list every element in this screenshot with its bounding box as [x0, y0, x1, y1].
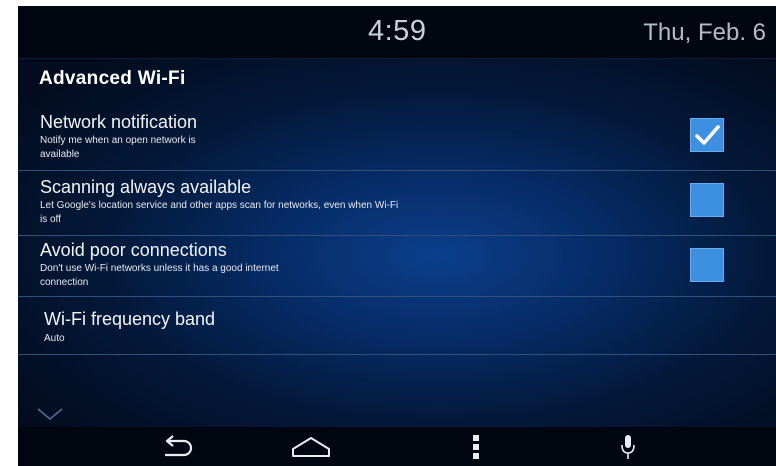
microphone-icon	[621, 434, 635, 459]
avoid-poor-connections-checkbox[interactable]	[690, 248, 724, 282]
scanning-always-available-checkbox[interactable]	[690, 183, 724, 217]
back-icon	[165, 434, 193, 456]
setting-title: Avoid poor connections	[40, 240, 227, 260]
chevron-down-icon[interactable]	[36, 406, 64, 427]
setting-title: Scanning always available	[40, 177, 252, 197]
page-title: Advanced Wi-Fi	[39, 68, 186, 89]
overflow-menu-icon	[473, 434, 479, 459]
setting-subtitle: Auto	[44, 333, 65, 344]
voice-button[interactable]	[608, 427, 648, 466]
back-button[interactable]	[146, 427, 206, 466]
clock: 4:59	[368, 15, 427, 47]
setting-wifi-frequency-band[interactable]: Wi-Fi frequency band Auto	[18, 297, 776, 355]
checkmark-icon	[695, 125, 720, 145]
navigation-bar	[18, 427, 776, 466]
setting-network-notification[interactable]: Network notification Notify me when an o…	[18, 104, 776, 171]
setting-title: Wi-Fi frequency band	[44, 309, 216, 329]
setting-title: Network notification	[40, 112, 198, 132]
setting-subtitle: Notify me when an open network is availa…	[40, 135, 196, 160]
network-notification-checkbox[interactable]	[690, 118, 724, 152]
home-icon	[292, 436, 330, 457]
menu-button[interactable]	[456, 427, 496, 466]
setting-avoid-poor-connections[interactable]: Avoid poor connections Don't use Wi-Fi n…	[18, 236, 776, 297]
setting-subtitle: Let Google's location service and other …	[40, 200, 399, 225]
setting-subtitle: Don't use Wi-Fi networks unless it has a…	[40, 263, 279, 288]
date: Thu, Feb. 6	[643, 19, 766, 46]
status-bar: 4:59 Thu, Feb. 6	[18, 6, 776, 59]
setting-scanning-always-available[interactable]: Scanning always available Let Google's l…	[18, 171, 776, 236]
home-button[interactable]	[276, 427, 346, 466]
screen: 4:59 Thu, Feb. 6 Advanced Wi-Fi Network …	[18, 6, 776, 466]
